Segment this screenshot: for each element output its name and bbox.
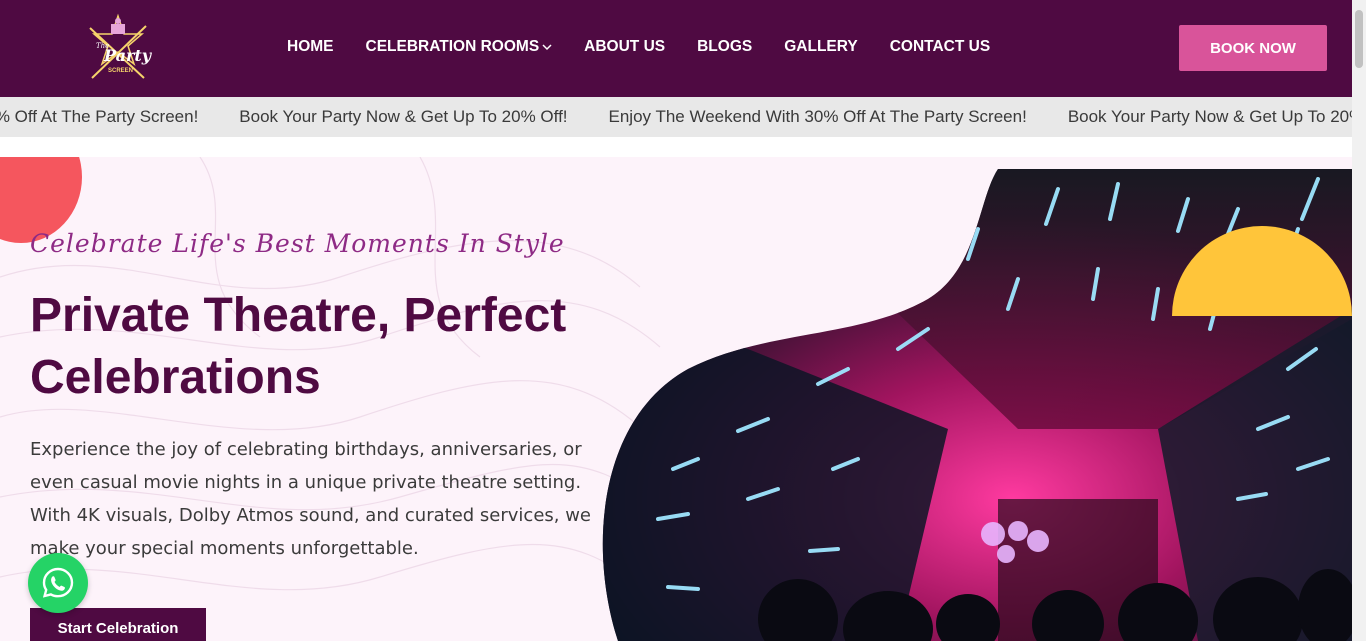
hero-title-line1: Private Theatre, Perfect [30, 289, 567, 342]
nav-celebration-rooms[interactable]: CELEBRATION ROOMS [366, 38, 553, 56]
hero-description: Experience the joy of celebrating birthd… [30, 439, 592, 559]
hero-title-line2: Celebrations [30, 351, 321, 404]
promo-ticker: Enjoy The Weekend With 30% Off At The Pa… [0, 97, 1352, 137]
site-header: The Party SCREEN HOME CELEBRATION ROOMS … [0, 0, 1352, 97]
ticker-item: Enjoy The Weekend With 30% Off At The Pa… [0, 107, 199, 126]
nav-gallery[interactable]: GALLERY [784, 38, 857, 56]
hero-title: Private Theatre, Perfect Celebrations [30, 285, 630, 409]
nav-gallery-label: GALLERY [784, 38, 858, 55]
ticker-item: Enjoy The Weekend With 30% Off At The Pa… [608, 107, 1027, 126]
nav-blogs[interactable]: BLOGS [697, 38, 752, 56]
logo-text-bottom: SCREEN [108, 68, 134, 74]
book-now-button[interactable]: BOOK NOW [1179, 25, 1327, 71]
hero-section: Celebrate Life's Best Moments In Style P… [0, 157, 1352, 641]
nav-about-us[interactable]: ABOUT US [584, 38, 665, 56]
nav-celebration-rooms-label: CELEBRATION ROOMS [365, 38, 540, 55]
site-logo[interactable]: The Party SCREEN [84, 12, 152, 84]
nav-home-label: HOME [287, 38, 334, 55]
ticker-item: Book Your Party Now & Get Up To 20% Off! [1067, 107, 1352, 126]
chevron-down-icon [542, 38, 552, 56]
ticker-track: Enjoy The Weekend With 30% Off At The Pa… [0, 97, 1352, 137]
nav-home[interactable]: HOME [287, 38, 334, 56]
hero-tagline: Celebrate Life's Best Moments In Style [30, 229, 565, 258]
nav-about-us-label: ABOUT US [584, 38, 666, 55]
page: The Party SCREEN HOME CELEBRATION ROOMS … [0, 0, 1366, 641]
page-scrollbar[interactable] [1352, 0, 1366, 641]
party-venue-photo [598, 169, 1352, 641]
scrollbar-thumb[interactable] [1355, 10, 1363, 68]
ticker-item: Book Your Party Now & Get Up To 20% Off! [239, 107, 568, 126]
whatsapp-button[interactable] [28, 553, 88, 613]
nav-contact-us[interactable]: CONTACT US [890, 38, 990, 56]
main-nav: HOME CELEBRATION ROOMS ABOUT US BLOGS GA… [287, 38, 990, 56]
logo-text-main: Party [104, 46, 152, 65]
nav-contact-us-label: CONTACT US [889, 38, 991, 55]
nav-blogs-label: BLOGS [697, 38, 753, 55]
whatsapp-icon [42, 567, 74, 598]
